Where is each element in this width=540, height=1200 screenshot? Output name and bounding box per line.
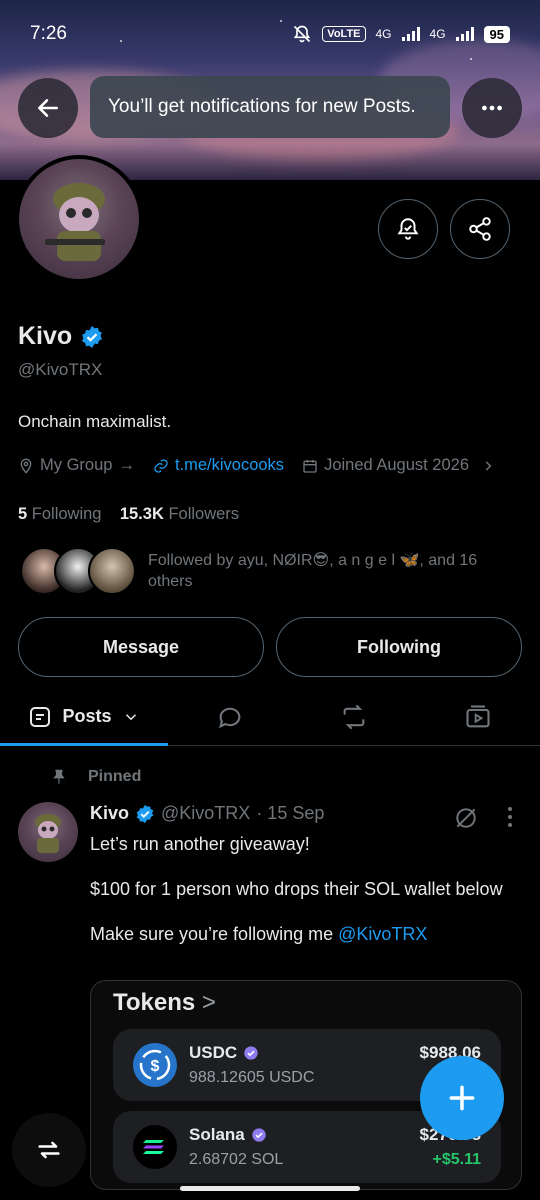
- swap-arrows-icon: [38, 1141, 60, 1159]
- followed-by-text[interactable]: Followed by ayu, NØIR😎, a n g e l 🦋, and…: [148, 550, 508, 592]
- battery-indicator: 95: [483, 25, 510, 43]
- more-horizontal-icon: [482, 105, 502, 111]
- followers-count: 15.3K: [119, 505, 164, 523]
- post-date: · 15 Sep: [256, 803, 325, 823]
- post-line: Let’s run another giveaway!: [90, 834, 310, 854]
- calendar-icon: [303, 459, 317, 473]
- pin-icon: [53, 769, 65, 784]
- verified-badge-icon: [136, 804, 154, 823]
- profile-bio: Onchain maximalist.: [18, 412, 172, 431]
- profile-name-text: Kivo: [18, 322, 73, 350]
- message-button[interactable]: Message: [18, 617, 264, 677]
- profile-meta: My Group → t.me/kivocooks Joined August …: [18, 456, 495, 475]
- post-author-avatar[interactable]: [18, 802, 78, 862]
- following-label: Following: [31, 505, 102, 523]
- usdc-icon: $: [133, 1043, 177, 1087]
- tab-media[interactable]: [416, 688, 540, 745]
- token-amount: 2.68702 SOL: [189, 1151, 284, 1168]
- profile-website-link[interactable]: t.me/kivocooks: [175, 456, 284, 475]
- grok-icon[interactable]: [453, 805, 479, 831]
- share-icon: [469, 217, 491, 241]
- notification-toast: You’ll get notifications for new Posts.: [90, 76, 450, 138]
- status-bar: 7:26 VoLTE 4G 4G 95: [0, 0, 540, 68]
- bell-check-icon: [397, 218, 419, 240]
- signal-icon: [455, 27, 474, 41]
- compose-post-button[interactable]: [420, 1056, 504, 1140]
- follow-counts: 5 Following 15.3K Followers: [18, 505, 239, 524]
- profile-name: Kivo: [18, 322, 104, 351]
- joined-date: Joined August 2026: [324, 456, 470, 474]
- chevron-right-icon[interactable]: [481, 459, 495, 473]
- svg-text:$: $: [151, 1058, 160, 1075]
- verified-token-icon: [244, 1046, 258, 1060]
- post-body: Let’s run another giveaway! $100 for 1 p…: [90, 833, 510, 968]
- bell-muted-icon: [294, 25, 311, 43]
- pinned-text: Pinned: [88, 768, 142, 785]
- solana-icon: [133, 1125, 177, 1169]
- profile-avatar[interactable]: [15, 155, 143, 283]
- more-options-button[interactable]: [462, 78, 522, 138]
- followed-by-avatars[interactable]: [20, 545, 136, 597]
- token-name: USDC: [189, 1043, 259, 1063]
- post-line-text: Make sure you’re following me: [90, 924, 334, 944]
- token-amount: 988.12605 USDC: [189, 1069, 315, 1086]
- tokens-title-chevron: >: [201, 989, 216, 1016]
- post-more-icon[interactable]: [505, 806, 515, 828]
- location-text: My Group: [40, 456, 113, 474]
- repost-icon: [343, 704, 365, 729]
- volte-badge: VoLTE: [322, 26, 366, 42]
- soldier-character-icon: [35, 814, 61, 853]
- tokens-card-title: Tokens >: [113, 989, 216, 1017]
- post-line-mention: Make sure you’re following me @KivoTRX: [90, 923, 510, 946]
- location-arrow: →: [118, 456, 135, 474]
- arrow-left-icon: [38, 99, 58, 117]
- soldier-character-icon: [45, 183, 105, 261]
- tab-posts-label: Posts: [62, 706, 112, 726]
- followers-link[interactable]: 15.3K Followers: [120, 505, 239, 523]
- token-name-text: Solana: [189, 1125, 245, 1144]
- signal-icon: [401, 27, 420, 41]
- share-profile-button[interactable]: [450, 199, 510, 259]
- location-pin-icon: [20, 458, 32, 474]
- toast-text: You’ll get notifications for new Posts.: [108, 96, 416, 117]
- verified-token-icon: [252, 1128, 266, 1142]
- back-button[interactable]: [18, 78, 78, 138]
- tokens-title-text: Tokens: [113, 989, 196, 1016]
- media-icon: [466, 704, 490, 727]
- link-icon: [154, 458, 168, 473]
- following-link[interactable]: 5 Following: [18, 505, 101, 523]
- tab-replies[interactable]: [168, 688, 292, 745]
- network-2: 4G: [429, 27, 446, 41]
- notifications-subscribed-button[interactable]: [378, 199, 438, 259]
- followers-label: Followers: [168, 505, 240, 523]
- avatar: [88, 547, 136, 595]
- verified-badge-icon[interactable]: [80, 325, 104, 349]
- profile-handle: @KivoTRX: [18, 360, 103, 379]
- plus-icon: [449, 1085, 475, 1111]
- network-1: 4G: [375, 27, 392, 41]
- switch-account-button[interactable]: [12, 1113, 86, 1187]
- tab-posts[interactable]: Posts: [0, 688, 168, 746]
- post-mention-link[interactable]: @KivoTRX: [338, 924, 427, 944]
- token-name-text: USDC: [189, 1043, 238, 1062]
- tab-reposts[interactable]: [292, 688, 416, 745]
- chevron-down-icon: [125, 713, 136, 720]
- status-icons: VoLTE 4G 4G 95: [292, 24, 510, 44]
- post-author-name[interactable]: Kivo: [90, 803, 129, 824]
- reply-bubble-icon: [219, 707, 241, 728]
- token-name: Solana: [189, 1125, 267, 1145]
- pinned-label: Pinned: [50, 768, 141, 786]
- profile-tabs: Posts: [0, 688, 540, 746]
- post-author-handle[interactable]: @KivoTRX: [161, 803, 250, 824]
- posts-icon: [30, 706, 51, 727]
- token-change: +$5.11: [432, 1151, 482, 1168]
- following-count: 5: [18, 505, 28, 523]
- avatar-image: [19, 159, 139, 279]
- post-header: Kivo @KivoTRX · 15 Sep: [90, 803, 324, 824]
- gesture-nav-handle[interactable]: [180, 1186, 360, 1191]
- status-time: 7:26: [30, 23, 67, 44]
- following-button[interactable]: Following: [276, 617, 522, 677]
- post-line: $100 for 1 person who drops their SOL wa…: [90, 879, 503, 899]
